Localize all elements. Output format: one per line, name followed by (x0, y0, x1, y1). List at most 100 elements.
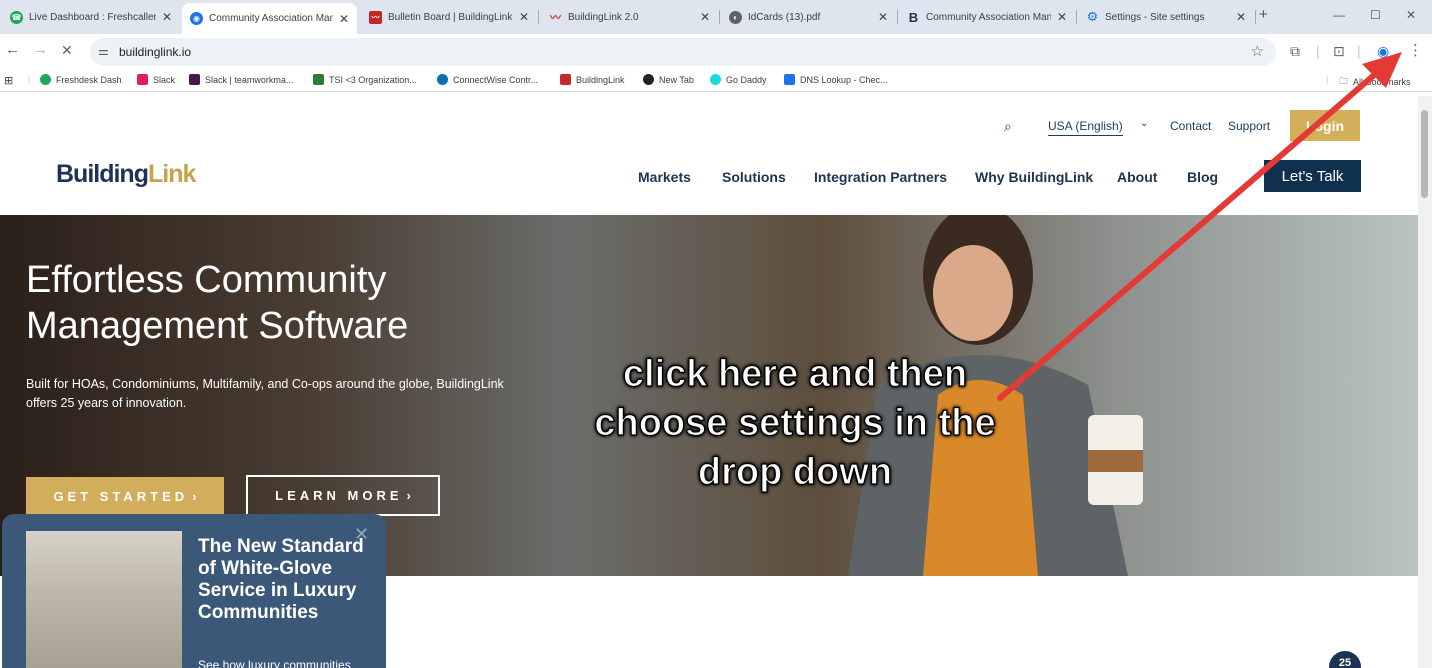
bookmark-label: ConnectWise Contr... (453, 74, 539, 85)
tab-community-association-active[interactable]: ◉ Community Association Man ✕ (182, 3, 357, 34)
folder-icon: 🗀 (1339, 76, 1349, 86)
bookmark-freshdesk[interactable]: Freshdesk Dash (40, 74, 122, 85)
godaddy-icon (710, 74, 721, 85)
close-icon[interactable]: ✕ (339, 12, 349, 26)
bookmark-connectwise[interactable]: ConnectWise Contr... (437, 74, 538, 85)
address-bar[interactable]: ⚌ buildinglink.io ☆ (90, 38, 1276, 66)
window-close-icon[interactable]: ✕ (1406, 8, 1416, 22)
tab-community-association[interactable]: B Community Association Man ✕ (899, 4, 1075, 30)
tab-separator (1255, 10, 1256, 24)
popup-close-icon[interactable]: ✕ (354, 524, 369, 545)
new-tab-plus-icon[interactable]: + (1259, 6, 1268, 23)
scrollbar-thumb[interactable] (1421, 110, 1428, 198)
bookmark-new-tab[interactable]: New Tab (643, 74, 694, 85)
bookmark-tsi[interactable]: TSI <3 Organization... (313, 74, 417, 85)
close-icon[interactable]: ✕ (519, 10, 529, 24)
buildinglink-logo[interactable]: BuildingLink (56, 160, 196, 189)
close-icon[interactable]: ✕ (162, 10, 172, 24)
url-text[interactable]: buildinglink.io (119, 45, 191, 59)
maximize-icon[interactable]: ☐ (1370, 8, 1381, 22)
popup-subtitle: See how luxury communities (198, 658, 351, 668)
tab-separator (538, 10, 539, 24)
tab-separator (719, 10, 720, 24)
tab-title: Live Dashboard : Freshcaller (29, 11, 156, 23)
forward-arrow-icon[interactable]: → (33, 41, 48, 58)
browser-toolbar: ← → ✕ ⚌ buildinglink.io ☆ ⧉ | ⊡ | ◉ ⋮ (0, 34, 1432, 68)
settings-gear-icon: ⚙ (1086, 9, 1099, 24)
tab-title: Bulletin Board | BuildingLink (388, 11, 513, 23)
minimize-icon[interactable]: — (1333, 8, 1345, 22)
tab-title: IdCards (13).pdf (748, 11, 821, 23)
tab-title: Settings - Site settings (1105, 11, 1205, 23)
tab-bulletin-board[interactable]: 〰 Bulletin Board | BuildingLink ✕ (361, 4, 537, 30)
toolbar-divider: | (1357, 43, 1361, 59)
profile-icon[interactable]: ◉ (1377, 43, 1389, 60)
hero-title-line1: Effortless Community (26, 259, 387, 301)
popup-title: The New Standard of White-Glove Service … (198, 536, 364, 623)
extensions-icon[interactable]: ⧉ (1290, 43, 1300, 60)
buildinglink-bookmark-icon (560, 74, 571, 85)
lets-talk-button[interactable]: Let's Talk (1264, 160, 1361, 192)
bookmark-go-daddy[interactable]: Go Daddy (710, 74, 767, 85)
bookmark-buildinglink[interactable]: BuildingLink (560, 74, 625, 85)
bookmark-label: DNS Lookup - Chec... (800, 74, 888, 85)
apps-grid-icon[interactable]: ⊞ (4, 74, 13, 87)
logo-text: Building (56, 160, 149, 188)
tab-idcards-pdf[interactable]: ◐ IdCards (13).pdf ✕ (721, 4, 896, 30)
tab-buildinglink-2[interactable]: 〰 BuildingLink 2.0 ✕ (541, 4, 718, 30)
nav-blog[interactable]: Blog (1187, 169, 1218, 185)
b-logo-icon: B (908, 9, 919, 25)
connectwise-icon (437, 74, 448, 85)
tab-title: Community Association Man (926, 11, 1051, 23)
tab-search-icon[interactable]: ⊡ (1333, 43, 1345, 60)
tsi-icon (313, 74, 324, 85)
bookmark-label: Slack | teamworkma... (205, 74, 294, 85)
language-select[interactable]: USA (English) (1048, 119, 1123, 136)
browser-window: ☎ Live Dashboard : Freshcaller ✕ ◉ Commu… (0, 0, 1432, 668)
learn-more-label: LEARN MORE (275, 488, 403, 503)
chrome-menu-kebab-icon[interactable]: ⋮ (1408, 41, 1423, 59)
learn-more-button[interactable]: LEARN MORE › (246, 475, 440, 516)
close-icon[interactable]: ✕ (700, 10, 710, 24)
support-link[interactable]: Support (1228, 119, 1270, 133)
hero-subtitle: Built for HOAs, Condominiums, Multifamil… (26, 377, 504, 410)
tab-settings[interactable]: ⚙ Settings - Site settings ✕ (1078, 4, 1254, 30)
contact-link[interactable]: Contact (1170, 119, 1211, 133)
close-icon[interactable]: ✕ (878, 10, 888, 24)
bookmarks-bar: ⊞ | Freshdesk Dash Slack Slack | teamwor… (0, 68, 1432, 92)
back-arrow-icon[interactable]: ← (5, 41, 20, 58)
toolbar-divider: | (1316, 43, 1320, 59)
freshcaller-icon: ☎ (10, 10, 23, 24)
all-bookmarks-button[interactable]: 🗀 All Bookmarks (1339, 74, 1411, 90)
buildinglink-icon: ◉ (190, 12, 203, 25)
bookmark-label: Freshdesk Dash (56, 74, 122, 85)
search-icon[interactable]: ⌕ (1004, 118, 1012, 135)
promo-popup[interactable]: The New Standard of White-Glove Service … (2, 514, 386, 668)
stop-icon[interactable]: ✕ (61, 42, 73, 59)
tab-strip: ☎ Live Dashboard : Freshcaller ✕ ◉ Commu… (0, 0, 1432, 34)
dns-lookup-icon (784, 74, 795, 85)
nav-solutions[interactable]: Solutions (722, 169, 786, 185)
nav-integration-partners[interactable]: Integration Partners (814, 169, 947, 185)
login-button[interactable]: Login (1290, 110, 1360, 141)
nav-about[interactable]: About (1117, 169, 1157, 185)
nav-why-buildinglink[interactable]: Why BuildingLink (975, 169, 1093, 185)
bookmark-slack-teamwork[interactable]: Slack | teamworkma... (189, 74, 293, 85)
bookmark-dns-lookup[interactable]: DNS Lookup - Chec... (784, 74, 888, 85)
close-icon[interactable]: ✕ (1057, 10, 1067, 24)
slack-icon (137, 74, 148, 85)
bookmarks-divider: | (1326, 74, 1329, 84)
bookmark-slack[interactable]: Slack (137, 74, 175, 85)
hero-title-line2: Management Software (26, 305, 409, 347)
new-tab-icon (643, 74, 654, 85)
bookmark-star-icon[interactable]: ☆ (1251, 42, 1264, 60)
nav-markets[interactable]: Markets (638, 169, 691, 185)
bookmark-label: Go Daddy (726, 74, 767, 85)
tab-freshcaller[interactable]: ☎ Live Dashboard : Freshcaller ✕ (2, 4, 180, 30)
get-started-button[interactable]: GET STARTED › (26, 477, 224, 515)
site-info-icon[interactable]: ⚌ (98, 44, 109, 58)
bookmark-label: TSI <3 Organization... (329, 74, 417, 85)
close-icon[interactable]: ✕ (1236, 10, 1246, 24)
chevron-right-icon: › (406, 488, 411, 503)
bookmarks-divider: | (28, 74, 31, 84)
